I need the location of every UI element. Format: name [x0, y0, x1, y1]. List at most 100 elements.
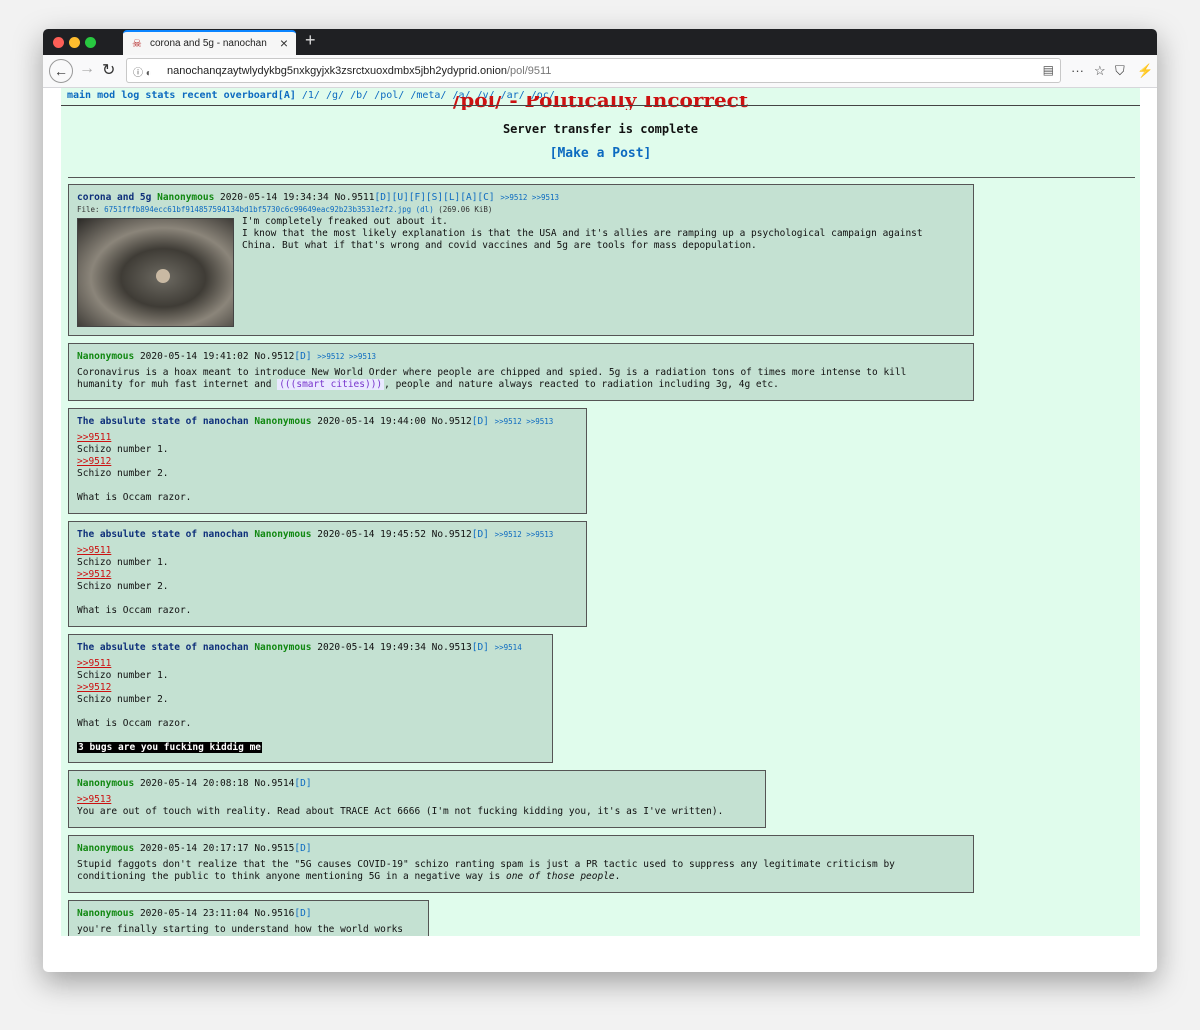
- post-actions[interactable]: [D]: [294, 778, 311, 789]
- reply-post: Nanonymous 2020-05-14 20:08:18 No.9514[D…: [68, 770, 766, 828]
- post-number[interactable]: No.9512: [432, 529, 472, 540]
- board-title: /pol/ - Politically Incorrect: [452, 96, 749, 110]
- post-subject: corona and 5g: [77, 192, 152, 203]
- quote-link[interactable]: >>9512: [77, 456, 111, 467]
- reload-button[interactable]: ↻: [102, 60, 115, 80]
- backlinks[interactable]: >>9512 >>9513: [500, 193, 559, 202]
- post-number[interactable]: No.9514: [254, 778, 294, 789]
- quote-link[interactable]: >>9511: [77, 545, 111, 556]
- site-info-icon[interactable]: ⓘ ◐: [133, 64, 152, 79]
- poster-name: Nanonymous: [77, 908, 135, 919]
- browser-window: ☠ corona and 5g - nanochan × + ← → ↻ ⓘ ◐…: [43, 29, 1157, 972]
- new-tab-button[interactable]: +: [305, 30, 316, 51]
- post-image-thumbnail[interactable]: [77, 218, 234, 327]
- post-number[interactable]: No.9513: [432, 642, 472, 653]
- reply-post: Nanonymous 2020-05-14 19:41:02 No.9512[D…: [68, 343, 974, 401]
- navigation-bar: ← → ↻ ⓘ ◐ nanochanqzaytwlydykbg5nxkgyjxk…: [43, 55, 1157, 88]
- post-date: 2020-05-14 23:11:04: [139, 908, 249, 919]
- poster-name: Nanonymous: [77, 778, 135, 789]
- reply-post: Nanonymous 2020-05-14 23:11:04 No.9516[D…: [68, 900, 429, 936]
- reader-view-icon[interactable]: ▤: [1043, 63, 1054, 77]
- backlinks[interactable]: >>9512 >>9513: [317, 352, 376, 361]
- post-header: The absulute state of nanochan Nanonymou…: [77, 642, 544, 654]
- file-link[interactable]: 6751fffb894ecc61bf914857594134bd1bf5730c…: [104, 205, 411, 214]
- post-date: 2020-05-14 19:41:02: [139, 351, 249, 362]
- post-header: corona and 5g Nanonymous 2020-05-14 19:3…: [77, 192, 965, 204]
- post-actions[interactable]: [D][U][F][S][L][A][C]: [374, 192, 494, 203]
- file-size: (269.06 KiB): [438, 205, 493, 214]
- divider: [68, 177, 1135, 178]
- post-body-line: Coronavirus is a hoax meant to introduce…: [77, 367, 907, 378]
- file-info: File: 6751fffb894ecc61bf914857594134bd1b…: [77, 205, 493, 214]
- file-download-link[interactable]: (dl): [416, 205, 434, 214]
- post-header: Nanonymous 2020-05-14 20:17:17 No.9515[D…: [77, 843, 965, 855]
- reply-post: The absulute state of nanochan Nanonymou…: [68, 521, 587, 627]
- post-actions[interactable]: [D]: [472, 642, 489, 653]
- echo-text: (((smart cities))): [277, 379, 385, 390]
- post-body-line: Schizo number 1.: [77, 670, 169, 681]
- post-header: Nanonymous 2020-05-14 20:08:18 No.9514[D…: [77, 778, 757, 790]
- post-number[interactable]: No.9512: [254, 351, 294, 362]
- url-text[interactable]: nanochanqzaytwlydykbg5nxkgyjxk3zsrctxuox…: [167, 65, 551, 77]
- post-date: 2020-05-14 19:49:34: [317, 642, 426, 653]
- url-bar[interactable]: ⓘ ◐ nanochanqzaytwlydykbg5nxkgyjxk3zsrct…: [126, 58, 1061, 83]
- close-tab-icon[interactable]: ×: [280, 35, 288, 51]
- post-header: Nanonymous 2020-05-14 23:11:04 No.9516[D…: [77, 908, 420, 920]
- post-body-line: humanity for muh fast internet and (((sm…: [77, 379, 779, 390]
- post-header: Nanonymous 2020-05-14 19:41:02 No.9512[D…: [77, 351, 965, 363]
- post-subject: The absulute state of nanochan: [77, 642, 249, 653]
- post-number[interactable]: No.9511: [334, 192, 374, 203]
- tab-title: corona and 5g - nanochan: [150, 38, 267, 49]
- post-body-line: What is Occam razor.: [77, 718, 192, 729]
- post-number[interactable]: No.9516: [254, 908, 294, 919]
- quote-link[interactable]: >>9511: [77, 658, 111, 669]
- reply-post: Nanonymous 2020-05-14 20:17:17 No.9515[D…: [68, 835, 974, 893]
- post-subject: The absulute state of nanochan: [77, 416, 249, 427]
- back-button[interactable]: ←: [49, 59, 73, 83]
- quote-link[interactable]: >>9512: [77, 569, 111, 580]
- quote-link[interactable]: >>9513: [77, 794, 111, 805]
- post-body-line: What is Occam razor.: [77, 605, 192, 616]
- poster-name: Nanonymous: [77, 351, 135, 362]
- skull-icon: ☠: [132, 38, 142, 50]
- browser-tab[interactable]: ☠ corona and 5g - nanochan ×: [123, 30, 296, 55]
- post-header: The absulute state of nanochan Nanonymou…: [77, 416, 578, 428]
- close-window-button[interactable]: [53, 37, 64, 48]
- post-actions[interactable]: [D]: [472, 529, 489, 540]
- forward-button[interactable]: →: [79, 60, 95, 78]
- reply-post: The absulute state of nanochan Nanonymou…: [68, 634, 553, 763]
- spoiler-text[interactable]: 3 bugs are you fucking kiddig me: [77, 742, 263, 753]
- backlinks[interactable]: >>9512 >>9513: [495, 417, 554, 426]
- post-number[interactable]: No.9515: [254, 843, 294, 854]
- post-date: 2020-05-14 20:17:17: [139, 843, 249, 854]
- post-actions[interactable]: [D]: [294, 351, 311, 362]
- post-date: 2020-05-14 19:45:52: [317, 529, 426, 540]
- backlinks[interactable]: >>9514: [495, 643, 522, 652]
- poster-name: Nanonymous: [77, 843, 135, 854]
- zoom-window-button[interactable]: [85, 37, 96, 48]
- announcement: Server transfer is complete: [502, 122, 699, 136]
- make-post-link[interactable]: [Make a Post]: [61, 146, 1140, 161]
- post-actions[interactable]: [D]: [472, 416, 489, 427]
- post-body-line: Schizo number 1.: [77, 557, 169, 568]
- op-post: corona and 5g Nanonymous 2020-05-14 19:3…: [68, 184, 974, 336]
- post-body-line: Schizo number 2.: [77, 694, 169, 705]
- post-header: The absulute state of nanochan Nanonymou…: [77, 529, 578, 541]
- post-body-line: What is Occam razor.: [77, 492, 192, 503]
- bookmark-star-icon[interactable]: ☆: [1094, 63, 1106, 79]
- shield-icon[interactable]: ⛉: [1115, 63, 1125, 79]
- post-actions[interactable]: [D]: [294, 843, 311, 854]
- more-actions-icon[interactable]: ···: [1071, 63, 1084, 78]
- post-body-line: Schizo number 2.: [77, 468, 169, 479]
- reply-post: The absulute state of nanochan Nanonymou…: [68, 408, 587, 514]
- poster-name: Nanonymous: [157, 192, 215, 203]
- post-body-line: conditioning the public to think anyone …: [77, 871, 621, 882]
- post-number[interactable]: No.9512: [432, 416, 472, 427]
- wand-icon[interactable]: ⚡: [1137, 63, 1153, 79]
- minimize-window-button[interactable]: [69, 37, 80, 48]
- quote-link[interactable]: >>9511: [77, 432, 111, 443]
- backlinks[interactable]: >>9512 >>9513: [495, 530, 554, 539]
- quote-link[interactable]: >>9512: [77, 682, 111, 693]
- post-actions[interactable]: [D]: [294, 908, 311, 919]
- post-subject: The absulute state of nanochan: [77, 529, 249, 540]
